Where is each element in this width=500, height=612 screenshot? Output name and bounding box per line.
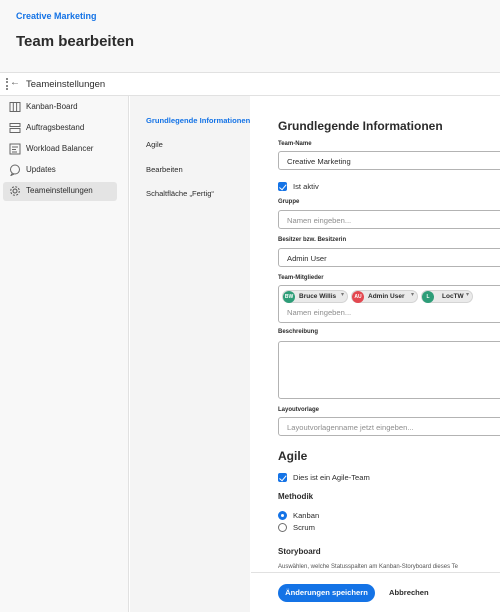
radio-scrum[interactable] [278,523,287,532]
nav-item-label: Updates [26,165,56,174]
member-chip[interactable]: BW Bruce Willis ▾ [282,290,348,303]
workload-icon [9,143,21,155]
radio-kanban-label: Kanban [293,511,320,520]
subbar-title: Teameinstellungen [26,79,106,90]
nav-item-updates[interactable]: Updates [3,161,117,180]
board-icon [9,102,21,112]
team-name-value: Creative Marketing [287,157,351,166]
layout-template-label: Layoutvorlage [278,407,320,413]
collapse-panel-icon[interactable]: ← [6,77,22,91]
group-label: Gruppe [278,199,300,205]
members-placeholder: Namen eingeben... [287,308,352,317]
member-chip[interactable]: L LocTW ▾ [421,290,473,303]
active-checkbox[interactable] [278,182,287,191]
backlog-icon [9,123,21,133]
chat-icon [10,164,20,176]
nav-item-workload-balancer[interactable]: Workload Balancer [3,140,117,159]
storyboard-description: Auswählen, welche Statusspalten am Kanba… [278,564,458,570]
nav-item-label: Kanban-Board [26,102,78,111]
chevron-down-icon[interactable]: ▾ [466,291,469,298]
member-name: Bruce Willis [299,293,337,300]
layout-template-input[interactable]: Layoutvorlagenname jetzt eingeben... [278,417,500,436]
radio-kanban[interactable] [278,511,287,520]
description-label: Beschreibung [278,329,319,335]
page-header: Creative Marketing Team bearbeiten [0,0,500,72]
left-nav: Kanban-Board Auftragsbestand Workload Ba… [0,96,129,612]
settings-subbar: ← Teameinstellungen [0,72,500,96]
members-label: Team-Mitglieder [278,275,324,281]
section-link-agile[interactable]: Agile [146,140,163,149]
storyboard-label: Storyboard [278,547,321,556]
radio-scrum-label: Scrum [293,523,315,532]
nav-item-kanban-board[interactable]: Kanban-Board [3,98,117,117]
methodology-label: Methodik [278,492,314,501]
layout-template-placeholder: Layoutvorlagenname jetzt eingeben... [287,423,414,432]
section-nav: Grundlegende Informationen Agile Bearbei… [130,96,250,612]
members-input[interactable]: BW Bruce Willis ▾ AU Admin User ▾ L LocT… [278,285,500,323]
description-textarea[interactable] [278,341,500,399]
owner-input[interactable]: Admin User [278,248,500,267]
member-chip[interactable]: AU Admin User ▾ [351,290,418,303]
avatar: AU [352,291,364,303]
member-name: Admin User [368,293,405,300]
active-label: Ist aktiv [293,182,319,191]
page-title: Team bearbeiten [16,33,135,50]
chevron-down-icon[interactable]: ▾ [341,291,344,298]
nav-item-label: Teameinstellungen [26,186,93,195]
member-name: LocTW [442,293,464,300]
nav-item-label: Auftragsbestand [26,123,85,132]
cancel-button[interactable]: Abbrechen [389,588,429,597]
group-placeholder: Namen eingeben... [287,216,352,225]
nav-item-auftragsbestand[interactable]: Auftragsbestand [3,119,117,138]
group-input[interactable]: Namen eingeben... [278,210,500,229]
save-button[interactable]: Änderungen speichern [278,584,375,602]
agile-team-label: Dies ist ein Agile-Team [293,473,370,482]
owner-value: Admin User [287,254,327,263]
avatar: BW [283,291,295,303]
nav-item-label: Workload Balancer [26,144,94,153]
avatar: L [422,291,434,303]
agile-team-checkbox[interactable] [278,473,287,482]
form-footer: Änderungen speichern Abbrechen [251,572,500,612]
nav-item-teameinstellungen[interactable]: Teameinstellungen [3,182,117,201]
section-link-grundlegende-informationen[interactable]: Grundlegende Informationen [146,116,250,125]
owner-label: Besitzer bzw. Besitzerin [278,237,347,243]
breadcrumb[interactable]: Creative Marketing [16,11,97,21]
team-name-label: Team-Name [278,141,312,147]
section-link-fertig[interactable]: Schaltfläche „Fertig“ [146,189,214,198]
section-title-basic: Grundlegende Informationen [278,119,443,133]
settings-form: Grundlegende Informationen Team-Name Cre… [251,96,500,572]
section-title-agile: Agile [278,449,308,463]
team-name-input[interactable]: Creative Marketing [278,151,500,170]
section-link-bearbeiten[interactable]: Bearbeiten [146,165,183,174]
gear-icon [10,186,20,196]
chevron-down-icon[interactable]: ▾ [411,291,414,298]
